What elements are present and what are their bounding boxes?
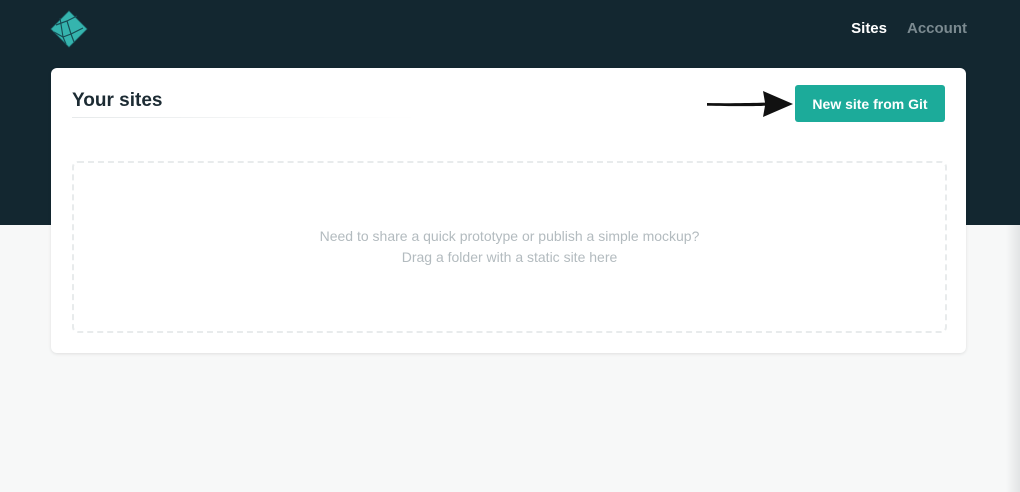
netlify-logo-icon[interactable] [50, 10, 88, 48]
new-site-from-git-button[interactable]: New site from Git [795, 85, 945, 122]
sites-card: Your sites New site from Git Need to sha… [51, 68, 966, 353]
title-divider [72, 117, 417, 118]
drop-zone[interactable]: Need to share a quick prototype or publi… [72, 161, 947, 333]
nav-sites[interactable]: Sites [851, 20, 887, 38]
arrow-right-icon [707, 91, 793, 117]
drop-zone-line-2: Drag a folder with a static site here [401, 249, 618, 265]
page-title: Your sites [72, 90, 163, 111]
drop-zone-text: Need to share a quick prototype or publi… [74, 226, 945, 268]
nav-account[interactable]: Account [907, 20, 967, 38]
drop-zone-line-1: Need to share a quick prototype or publi… [319, 228, 700, 244]
scroll-shade [1006, 225, 1020, 492]
top-nav: Sites Account [851, 20, 967, 38]
